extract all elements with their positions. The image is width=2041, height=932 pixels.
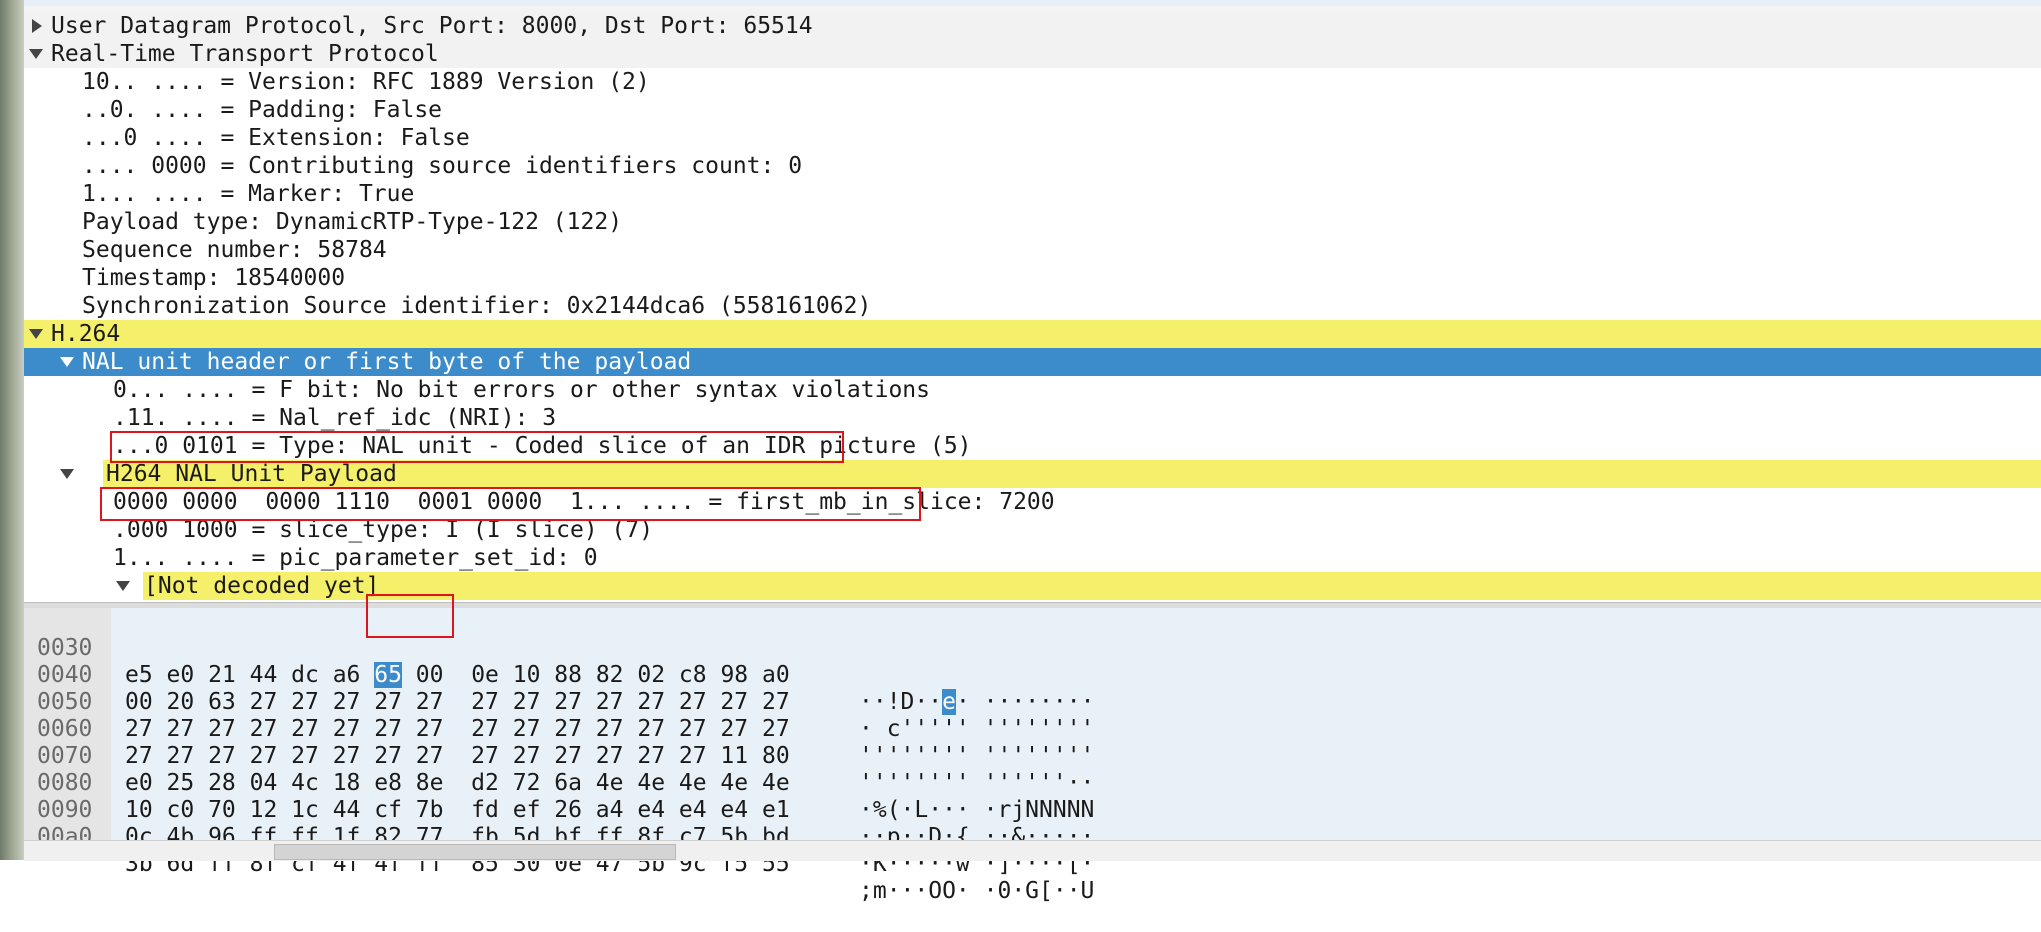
hex-bytes-part: 00 0e 10 88 82 02 c8 98 a0 <box>401 662 790 688</box>
selected-ascii-char[interactable]: e <box>942 689 956 715</box>
tree-row-nal-type[interactable]: ...0 0101 = Type: NAL unit - Coded slice… <box>24 432 2041 460</box>
hex-line[interactable]: 0030 e5 e0 21 44 dc a6 65 00 0e 10 88 82… <box>24 608 1094 715</box>
hex-ascii[interactable]: · c''''' '''''''' <box>859 716 1094 743</box>
hex-line[interactable]: 0090 0c 4b 96 ff ff 1f 82 77 fb 5d bf ff… <box>24 770 1094 877</box>
tree-row-label: 1... .... = Marker: True <box>82 181 415 207</box>
packet-bytes-pane[interactable]: 0030 e5 e0 21 44 dc a6 65 00 0e 10 88 82… <box>24 594 2041 904</box>
hex-line[interactable]: 0070 e0 25 28 04 4c 18 e8 8e d2 72 6a 4e… <box>24 716 1094 823</box>
tree-row-nal-fbit[interactable]: 0... .... = F bit: No bit errors or othe… <box>24 376 2041 404</box>
collapse-arrow-icon[interactable] <box>116 581 130 591</box>
hex-bytes-part: e5 e0 21 44 dc a6 <box>125 662 375 688</box>
tree-row-label: H.264 <box>51 321 121 347</box>
hex-bytes[interactable]: e5 e0 21 44 dc a6 65 00 0e 10 88 82 02 c… <box>125 662 790 689</box>
tree-row-label: Real-Time Transport Protocol <box>51 41 439 67</box>
tree-row-rtp-payload-type[interactable]: Payload type: DynamicRTP-Type-122 (122) <box>24 208 2041 236</box>
tree-row-rtp-marker[interactable]: 1... .... = Marker: True <box>24 180 2041 208</box>
tree-row-label: Payload type: DynamicRTP-Type-122 (122) <box>82 209 623 235</box>
collapse-arrow-icon[interactable] <box>60 469 74 479</box>
tree-row-label: NAL unit header or first byte of the pay… <box>82 349 692 375</box>
hex-line[interactable]: 0080 10 c0 70 12 1c 44 cf 7b fd ef 26 a4… <box>24 743 1094 850</box>
ascii-part: ··!D·· <box>859 689 943 715</box>
tree-row-nal-header[interactable]: NAL unit header or first byte of the pay… <box>24 348 2041 376</box>
tree-row-nal-payload[interactable]: H264 NAL Unit Payload <box>24 460 2041 488</box>
hex-bytes[interactable]: 00 20 63 27 27 27 27 27 27 27 27 27 27 2… <box>125 689 790 716</box>
tree-row-label: 0... .... = F bit: No bit errors or othe… <box>113 377 930 403</box>
tree-row-label: ...0 0101 = Type: NAL unit - Coded slice… <box>113 433 972 459</box>
tree-row-label: ...0 .... = Extension: False <box>82 125 470 151</box>
tree-row-h264[interactable]: H.264 <box>24 320 2041 348</box>
tree-row-slice-type[interactable]: .000 1000 = slice_type: I (I slice) (7) <box>24 516 2041 544</box>
hex-bytes[interactable]: 27 27 27 27 27 27 27 27 27 27 27 27 27 2… <box>125 716 790 743</box>
hex-ascii[interactable]: '''''''' '''''''' <box>859 743 1094 770</box>
selected-byte[interactable]: 65 <box>374 662 402 688</box>
hex-line[interactable]: 0050 27 27 27 27 27 27 27 27 27 27 27 27… <box>24 662 1094 769</box>
hex-bytes[interactable]: e0 25 28 04 4c 18 e8 8e d2 72 6a 4e 4e 4… <box>125 770 790 797</box>
tree-row-rtp-version[interactable]: 10.. .... = Version: RFC 1889 Version (2… <box>24 68 2041 96</box>
tree-row-rtp-csrc-count[interactable]: .... 0000 = Contributing source identifi… <box>24 152 2041 180</box>
tree-row-label: User Datagram Protocol, Src Port: 8000, … <box>51 13 813 39</box>
tree-row-rtp-ssrc[interactable]: Synchronization Source identifier: 0x214… <box>24 292 2041 320</box>
collapse-arrow-icon[interactable] <box>29 329 43 339</box>
tree-row-rtp-padding[interactable]: ..0. .... = Padding: False <box>24 96 2041 124</box>
tree-row-not-decoded[interactable]: [Not decoded yet] <box>24 572 2041 600</box>
window-edge <box>0 0 24 860</box>
tree-row-label: 10.. .... = Version: RFC 1889 Version (2… <box>82 69 650 95</box>
tree-row-label: 0000 0000 0000 1110 0001 0000 1... .... … <box>113 489 1055 515</box>
hex-ascii[interactable]: ··!D··e· ········ <box>859 689 1094 716</box>
tree-row-label: .11. .... = Nal_ref_idc (NRI): 3 <box>113 405 557 431</box>
packet-details-tree[interactable]: User Datagram Protocol, Src Port: 8000, … <box>24 12 2041 602</box>
hex-line[interactable]: 0060 27 27 27 27 27 27 27 27 27 27 27 27… <box>24 689 1094 796</box>
collapse-arrow-icon[interactable] <box>60 357 74 367</box>
hex-line[interactable]: 00a0 3b 6d ff 8f cf 4f 4f ff 85 30 0e 47… <box>24 797 1094 904</box>
tree-row-label: Timestamp: 18540000 <box>82 265 346 291</box>
hex-line[interactable]: 0040 00 20 63 27 27 27 27 27 27 27 27 27… <box>24 635 1094 742</box>
tree-row-label: .... 0000 = Contributing source identifi… <box>82 153 803 179</box>
tree-row-label: ..0. .... = Padding: False <box>82 97 443 123</box>
horizontal-scrollbar[interactable] <box>24 840 2041 861</box>
tree-row-first-mb[interactable]: 0000 0000 0000 1110 0001 0000 1... .... … <box>24 488 2041 516</box>
hex-ascii[interactable]: ;m···OO· ·0·G[··U <box>859 878 1094 905</box>
hex-bytes[interactable]: 27 27 27 27 27 27 27 27 27 27 27 27 27 2… <box>125 743 790 770</box>
tree-row-nal-nri[interactable]: .11. .... = Nal_ref_idc (NRI): 3 <box>24 404 2041 432</box>
tree-row-label: [Not decoded yet] <box>144 573 380 599</box>
tree-row-label: Synchronization Source identifier: 0x214… <box>82 293 872 319</box>
scrollbar-thumb[interactable] <box>274 844 676 860</box>
tree-row-rtp[interactable]: Real-Time Transport Protocol <box>24 40 2041 68</box>
tree-row-label: H264 NAL Unit Payload <box>106 461 397 487</box>
tree-row-label: Sequence number: 58784 <box>82 237 387 263</box>
hex-ascii[interactable]: '''''''' ''''''·· <box>859 770 1094 797</box>
tree-row-udp[interactable]: User Datagram Protocol, Src Port: 8000, … <box>24 12 2041 40</box>
tree-row-rtp-timestamp[interactable]: Timestamp: 18540000 <box>24 264 2041 292</box>
tree-row-rtp-sequence[interactable]: Sequence number: 58784 <box>24 236 2041 264</box>
tree-row-pps-id[interactable]: 1... .... = pic_parameter_set_id: 0 <box>24 544 2041 572</box>
tree-row-label: .000 1000 = slice_type: I (I slice) (7) <box>113 517 654 543</box>
hex-bytes[interactable]: 10 c0 70 12 1c 44 cf 7b fd ef 26 a4 e4 e… <box>125 797 790 824</box>
hex-ascii[interactable]: ·%(·L··· ·rjNNNNN <box>859 797 1094 824</box>
tree-row-label: 1... .... = pic_parameter_set_id: 0 <box>113 545 598 571</box>
expand-arrow-icon[interactable] <box>32 19 42 33</box>
tree-row-rtp-extension[interactable]: ...0 .... = Extension: False <box>24 124 2041 152</box>
collapse-arrow-icon[interactable] <box>29 49 43 59</box>
ascii-part: · ········ <box>955 689 1095 715</box>
